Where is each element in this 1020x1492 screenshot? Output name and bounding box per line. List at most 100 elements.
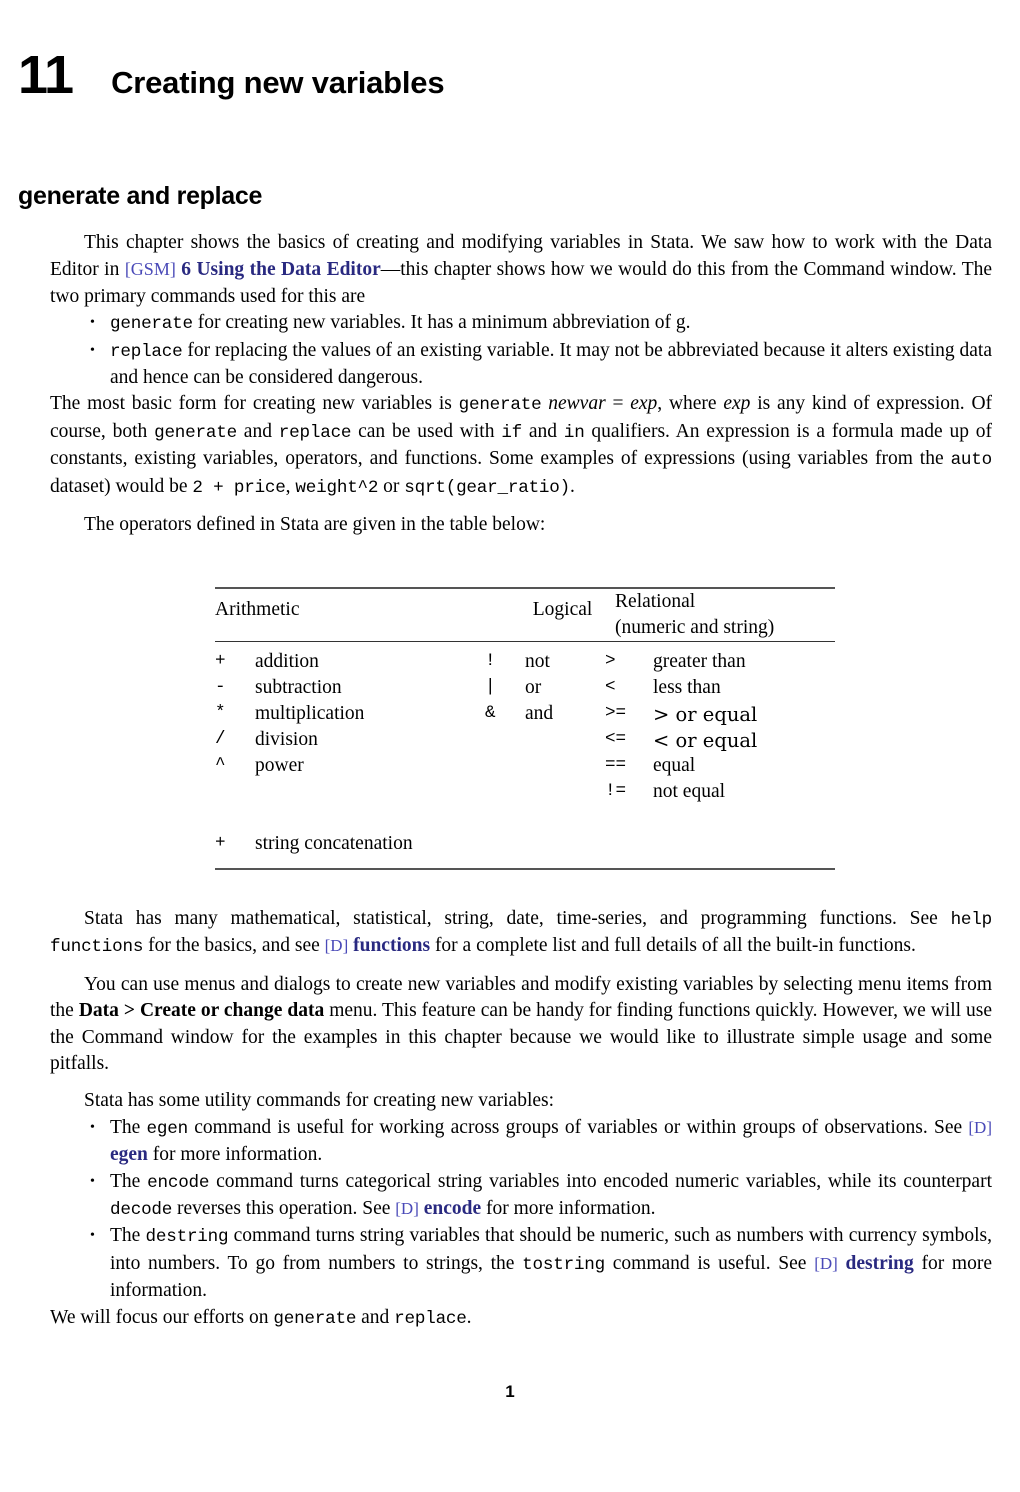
d-manual-tag: [D] bbox=[814, 1253, 838, 1273]
italic-newvar: newvar bbox=[548, 393, 606, 415]
logical-desc-empty bbox=[525, 781, 605, 807]
table-row: + string concatenation bbox=[215, 833, 835, 859]
code-sqrt-gear-ratio: sqrt(gear_ratio) bbox=[404, 477, 571, 498]
code-2-plus-price: 2 + price bbox=[192, 477, 286, 498]
code-replace-2: replace bbox=[278, 422, 352, 443]
table-spacer-row bbox=[215, 807, 835, 833]
ub0-c: for more information. bbox=[147, 1144, 323, 1166]
table-row: + addition ! not > greater than bbox=[215, 651, 835, 677]
header-relational-line1: Relational bbox=[615, 591, 696, 612]
bullet-icon: • bbox=[90, 1119, 95, 1135]
arith-desc: string concatenation bbox=[255, 833, 413, 854]
relational-symbol: < bbox=[605, 677, 616, 697]
chapter-title: Creating new variables bbox=[111, 65, 445, 100]
utility-bullet-list: • The egen command is useful for working … bbox=[50, 1115, 992, 1305]
arith-desc-empty bbox=[255, 781, 485, 807]
link-using-data-editor[interactable]: 6 Using the Data Editor bbox=[181, 259, 380, 280]
arith-desc: division bbox=[255, 729, 318, 750]
chapter-number: 11 bbox=[18, 45, 74, 105]
ub1-c: for more information. bbox=[481, 1198, 656, 1220]
bf-a: The most basic form for creating new var… bbox=[50, 393, 459, 415]
arith-desc: addition bbox=[255, 651, 319, 672]
table-row: ^ power == equal bbox=[215, 755, 835, 781]
gsm-manual-tag: [GSM] bbox=[124, 259, 176, 280]
arith-symbol: / bbox=[215, 729, 226, 749]
fp-c: for a complete list and full details of … bbox=[430, 935, 916, 957]
relational-desc: > or equal bbox=[653, 703, 758, 726]
table-row: != not equal bbox=[215, 781, 835, 807]
list-item: • The egen command is useful for working … bbox=[50, 1115, 992, 1169]
link-egen[interactable]: egen bbox=[110, 1144, 148, 1165]
cl-a: We will focus our efforts on bbox=[50, 1306, 274, 1328]
ub0-b: command is useful for working across gro… bbox=[187, 1116, 969, 1138]
code-generate-4: generate bbox=[273, 1308, 357, 1329]
arith-symbol: ^ bbox=[215, 755, 226, 775]
cl-b: and bbox=[356, 1306, 395, 1328]
bf-k: , bbox=[285, 475, 296, 497]
bullet-icon: • bbox=[90, 315, 95, 331]
ub2-b2: command is useful. See bbox=[605, 1252, 815, 1274]
document-page: 11 Creating new variables generate and r… bbox=[0, 0, 1020, 1492]
ub1-b: command turns categorical string variabl… bbox=[209, 1170, 993, 1192]
chapter-heading: 11 Creating new variables bbox=[18, 48, 978, 102]
arith-desc: multiplication bbox=[255, 703, 365, 724]
logical-symbol: ! bbox=[485, 651, 496, 671]
relational-desc: less than bbox=[653, 677, 721, 698]
arith-symbol: + bbox=[215, 651, 226, 671]
relational-desc: greater than bbox=[653, 651, 746, 672]
relational-symbol: > bbox=[605, 651, 616, 671]
relational-desc: < or equal bbox=[653, 729, 758, 752]
bf-j: dataset) would be bbox=[50, 475, 193, 497]
operators-table: Arithmetic Logical Relational (numeric a… bbox=[215, 587, 835, 870]
d-manual-tag: [D] bbox=[324, 936, 349, 956]
bf-g: can be used with bbox=[351, 420, 502, 442]
list-item: • generate for creating new variables. It… bbox=[50, 310, 992, 337]
table-spacer-cell bbox=[215, 807, 835, 833]
logical-symbol-empty bbox=[485, 781, 525, 807]
code-in: in bbox=[563, 422, 585, 443]
ub0-a: The bbox=[110, 1116, 147, 1138]
d-manual-tag: [D] bbox=[395, 1199, 419, 1219]
functions-paragraph: Stata has many mathematical, statistical… bbox=[50, 906, 992, 961]
logical-symbol-empty bbox=[485, 755, 525, 781]
code-generate: generate bbox=[110, 314, 193, 335]
section-heading: generate and replace bbox=[18, 182, 263, 210]
relational-symbol: >= bbox=[605, 703, 627, 723]
table-row: / division <= < or equal bbox=[215, 729, 835, 755]
relational-symbol: <= bbox=[605, 729, 627, 749]
logical-desc-empty bbox=[525, 755, 605, 781]
ub2-a: The bbox=[110, 1225, 146, 1247]
header-spacer bbox=[215, 589, 533, 597]
code-tostring: tostring bbox=[522, 1254, 606, 1275]
relational-symbol: != bbox=[605, 781, 627, 801]
logical-symbol-empty bbox=[485, 729, 525, 755]
link-encode[interactable]: encode bbox=[424, 1198, 481, 1219]
command-bullet-list: • generate for creating new variables. It… bbox=[50, 310, 992, 391]
header-relational-line2: (numeric and string) bbox=[615, 617, 775, 638]
menus-paragraph: You can use menus and dialogs to create … bbox=[50, 972, 992, 1078]
ub1-b2: reverses this operation. See bbox=[172, 1198, 396, 1220]
bullet-text: for replacing the values of an existing … bbox=[110, 339, 993, 389]
relational-desc: not equal bbox=[653, 781, 726, 802]
logical-desc: or bbox=[525, 677, 542, 698]
link-destring[interactable]: destring bbox=[846, 1253, 914, 1274]
bf-h: and bbox=[522, 420, 564, 442]
body-lower: Stata has many mathematical, statistical… bbox=[50, 906, 992, 1332]
header-relational: Relational (numeric and string) bbox=[615, 589, 835, 641]
logical-desc: and bbox=[525, 703, 554, 724]
code-generate-3: generate bbox=[154, 422, 237, 443]
bf-m: . bbox=[570, 475, 575, 497]
utility-lead-paragraph: Stata has some utility commands for crea… bbox=[84, 1090, 555, 1112]
italic-exp-2: exp bbox=[723, 393, 751, 415]
bullet-icon: • bbox=[90, 1228, 95, 1244]
header-logical: Logical bbox=[533, 589, 615, 641]
logical-desc-empty bbox=[525, 729, 605, 755]
table-row: - subtraction | or < less than bbox=[215, 677, 835, 703]
arith-symbol-empty bbox=[215, 781, 255, 807]
fp-b: for the basics, and see bbox=[143, 935, 325, 957]
logical-desc: not bbox=[525, 651, 550, 672]
code-decode: decode bbox=[110, 1200, 173, 1221]
code-auto: auto bbox=[950, 450, 993, 471]
link-functions[interactable]: functions bbox=[353, 935, 430, 956]
arith-desc: power bbox=[255, 755, 304, 776]
